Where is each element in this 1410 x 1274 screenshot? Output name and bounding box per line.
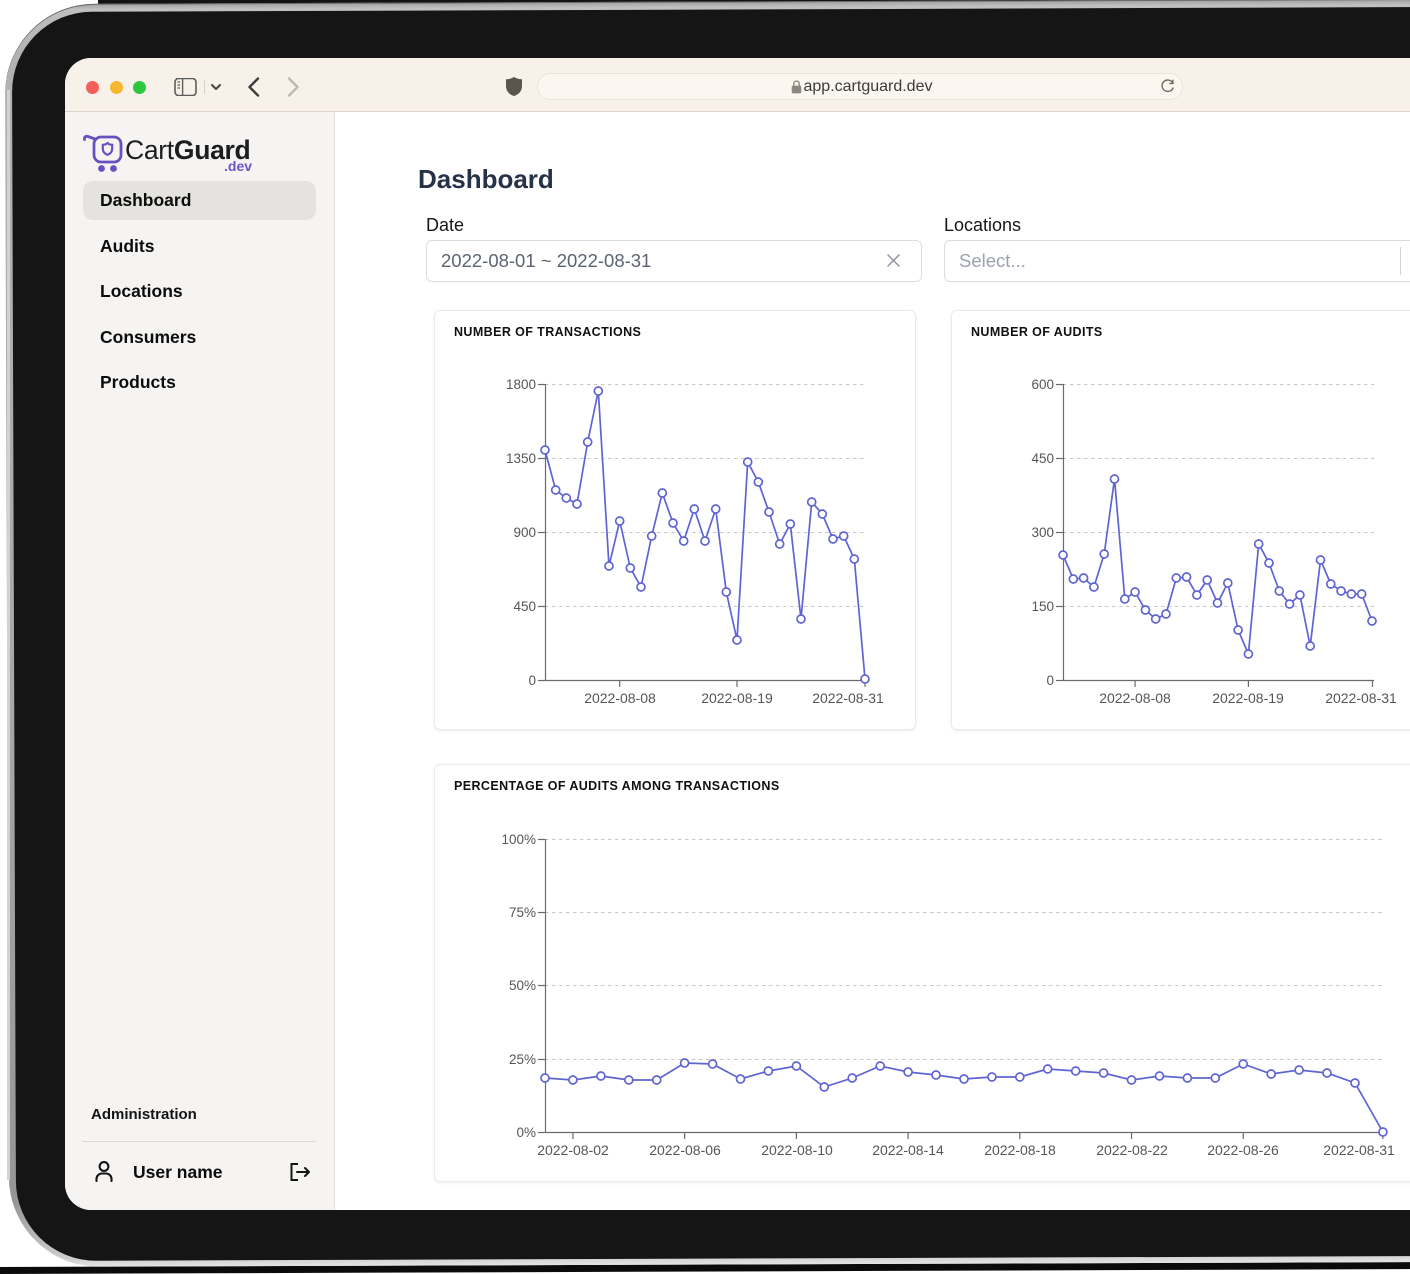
svg-text:2022-08-31: 2022-08-31 xyxy=(1323,1142,1395,1158)
svg-text:2022-08-10: 2022-08-10 xyxy=(761,1142,833,1158)
svg-text:2022-08-06: 2022-08-06 xyxy=(649,1142,721,1158)
svg-text:600: 600 xyxy=(1031,377,1054,392)
svg-text:900: 900 xyxy=(513,525,536,540)
svg-text:1350: 1350 xyxy=(506,451,536,466)
svg-text:2022-08-14: 2022-08-14 xyxy=(872,1142,944,1158)
svg-text:1800: 1800 xyxy=(506,377,536,392)
svg-text:100%: 100% xyxy=(501,832,536,847)
svg-text:2022-08-18: 2022-08-18 xyxy=(984,1142,1056,1158)
svg-text:2022-08-26: 2022-08-26 xyxy=(1207,1142,1279,1158)
svg-text:2022-08-31: 2022-08-31 xyxy=(1325,690,1397,706)
svg-text:2022-08-02: 2022-08-02 xyxy=(537,1142,609,1158)
svg-text:50%: 50% xyxy=(509,978,536,993)
svg-text:0: 0 xyxy=(1046,673,1054,688)
svg-text:150: 150 xyxy=(1031,599,1054,614)
svg-text:450: 450 xyxy=(513,599,536,614)
svg-text:2022-08-19: 2022-08-19 xyxy=(1212,690,1284,706)
svg-text:2022-08-08: 2022-08-08 xyxy=(1099,690,1171,706)
svg-text:75%: 75% xyxy=(509,905,536,920)
svg-text:2022-08-19: 2022-08-19 xyxy=(701,690,773,706)
svg-text:0%: 0% xyxy=(516,1125,536,1140)
svg-text:25%: 25% xyxy=(509,1052,536,1067)
svg-text:450: 450 xyxy=(1031,451,1054,466)
svg-text:2022-08-08: 2022-08-08 xyxy=(584,690,656,706)
svg-text:0: 0 xyxy=(528,673,536,688)
svg-text:300: 300 xyxy=(1031,525,1054,540)
svg-text:2022-08-22: 2022-08-22 xyxy=(1096,1142,1168,1158)
svg-text:2022-08-31: 2022-08-31 xyxy=(812,690,884,706)
